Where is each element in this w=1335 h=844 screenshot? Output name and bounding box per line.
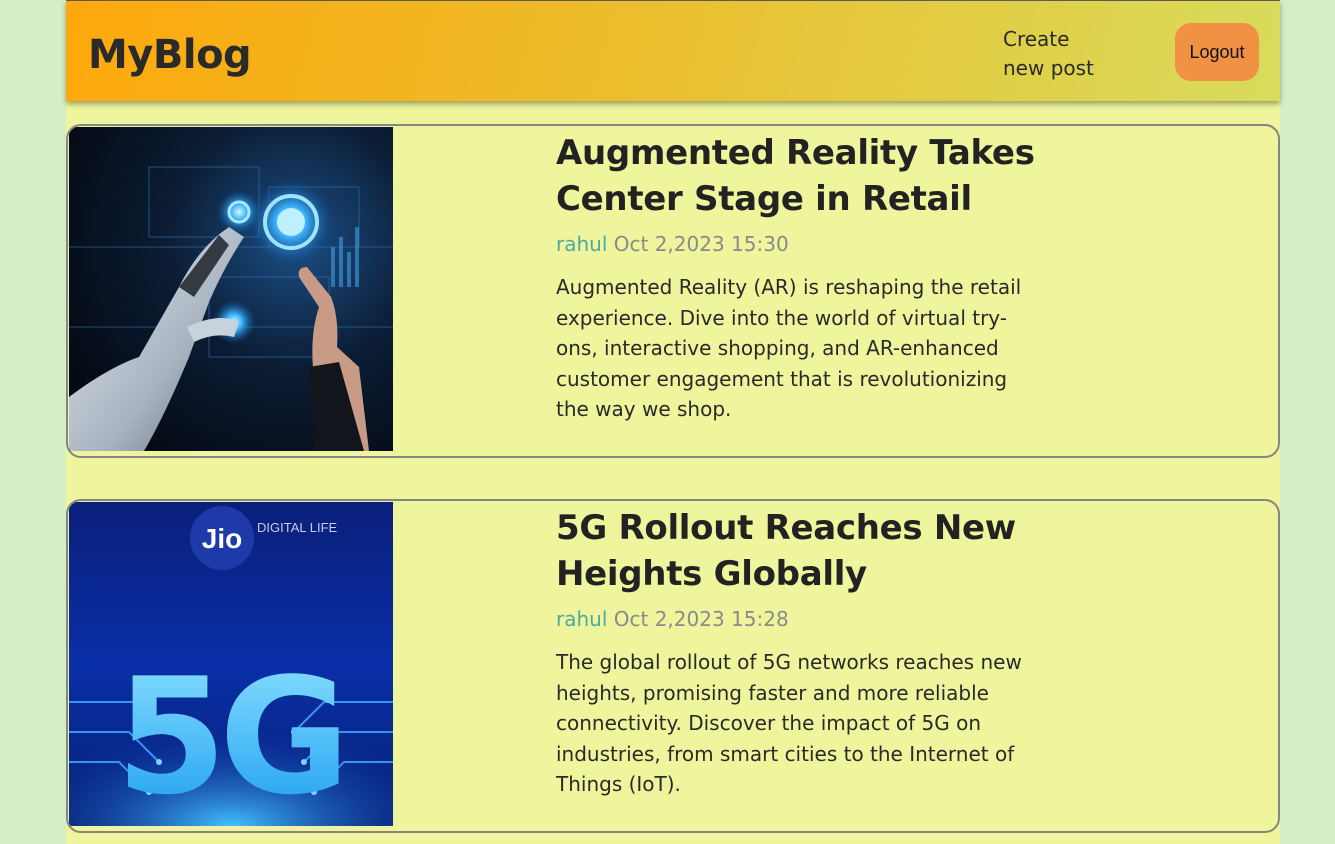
post-meta: rahul Oct 2,2023 15:30: [556, 230, 1036, 258]
post-content: 5G Rollout Reaches New Heights Globally …: [556, 505, 1036, 820]
jio-logo-subtext: DIGITAL LIFE: [257, 520, 338, 535]
post-image[interactable]: [69, 127, 393, 451]
post-card[interactable]: Jio DIGITAL LIFE 5G 5G Rollout Reaches N…: [66, 499, 1280, 833]
post-meta: rahul Oct 2,2023 15:28: [556, 605, 1036, 633]
post-date: Oct 2,2023 15:28: [613, 607, 789, 631]
jio-logo-text: Jio: [202, 523, 242, 554]
post-author[interactable]: rahul: [556, 232, 607, 256]
jio-5g-image: Jio DIGITAL LIFE 5G: [69, 502, 393, 826]
post-content: Augmented Reality Takes Center Stage in …: [556, 130, 1036, 445]
post-summary: Augmented Reality (AR) is reshaping the …: [556, 275, 1022, 421]
ar-robot-hand-image: [69, 127, 393, 451]
top-navbar: MyBlog Create new post Logout: [66, 0, 1280, 101]
post-image[interactable]: Jio DIGITAL LIFE 5G: [69, 502, 393, 826]
post-author[interactable]: rahul: [556, 607, 607, 631]
page-container: MyBlog Create new post Logout Augmented …: [66, 0, 1280, 844]
site-logo[interactable]: MyBlog: [88, 29, 252, 81]
create-post-link[interactable]: Create new post: [1003, 25, 1113, 83]
post-summary: The global rollout of 5G networks reache…: [556, 650, 1022, 796]
post-card[interactable]: Augmented Reality Takes Center Stage in …: [66, 124, 1280, 458]
post-title[interactable]: Augmented Reality Takes Center Stage in …: [556, 130, 1036, 222]
5g-big-text: 5G: [116, 643, 343, 826]
logout-button[interactable]: Logout: [1175, 23, 1259, 81]
post-date: Oct 2,2023 15:30: [613, 232, 789, 256]
post-title[interactable]: 5G Rollout Reaches New Heights Globally: [556, 505, 1036, 597]
